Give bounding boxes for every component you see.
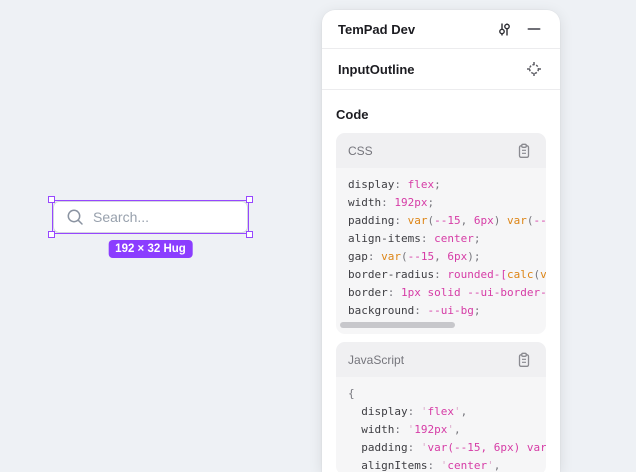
code-line: alignItems: 'center', (348, 457, 534, 472)
code-line: background: --ui-bg; (348, 302, 534, 320)
minimize-icon[interactable] (524, 19, 544, 39)
code-line: padding: var(--15, 6px) var(--15, 6px); (348, 212, 534, 230)
panel-body: Code CSS display: flex;width: 192px;padd… (322, 90, 560, 472)
selection-handle-top-left[interactable] (48, 196, 55, 203)
sliders-icon[interactable] (494, 19, 514, 39)
horizontal-scrollbar[interactable] (336, 320, 546, 334)
code-block-header: JavaScript (336, 342, 546, 377)
code-line: display: flex; (348, 176, 534, 194)
code-content-css: display: flex;width: 192px;padding: var(… (336, 168, 546, 320)
search-input-component[interactable]: Search... 192 × 32 Hug (53, 201, 248, 233)
code-block-header: CSS (336, 133, 546, 168)
panel-title: TemPad Dev (338, 22, 494, 37)
code-line: width: 192px; (348, 194, 534, 212)
code-block-label: CSS (348, 144, 514, 158)
clipboard-icon[interactable] (514, 141, 534, 161)
code-line: border-radius: rounded-[calc(var( (348, 266, 534, 284)
horizontal-scrollbar-thumb[interactable] (340, 322, 455, 328)
code-line: align-items: center; (348, 230, 534, 248)
search-placeholder: Search... (93, 209, 149, 225)
code-section-title: Code (336, 107, 546, 122)
code-line: gap: var(--15, 6px); (348, 248, 534, 266)
code-block-css: CSS display: flex;width: 192px;padding: … (336, 133, 546, 334)
code-block-javascript: JavaScript { display: 'flex', width: '19… (336, 342, 546, 472)
magnifier-icon (66, 208, 84, 226)
selected-component-row: InputOutline (322, 49, 560, 90)
code-content-javascript: { display: 'flex', width: '192px', paddi… (336, 377, 546, 472)
code-line: padding: 'var(--15, 6px) var(--15, 6px)'… (348, 439, 534, 457)
selection-handle-bottom-left[interactable] (48, 231, 55, 238)
code-line: { (348, 385, 534, 403)
tempad-dev-panel: TemPad Dev InputOutline (322, 10, 560, 472)
crosshair-icon[interactable] (524, 59, 544, 79)
code-block-label: JavaScript (348, 353, 514, 367)
code-line: display: 'flex', (348, 403, 534, 421)
code-line: width: '192px', (348, 421, 534, 439)
code-line: border: 1px solid --ui-border-interactiv… (348, 284, 534, 302)
size-badge: 192 × 32 Hug (108, 240, 193, 258)
component-name: InputOutline (338, 62, 524, 77)
clipboard-icon[interactable] (514, 350, 534, 370)
selection-handle-bottom-right[interactable] (246, 231, 253, 238)
panel-header: TemPad Dev (322, 10, 560, 49)
search-input[interactable]: Search... (53, 201, 248, 233)
selection-handle-top-right[interactable] (246, 196, 253, 203)
